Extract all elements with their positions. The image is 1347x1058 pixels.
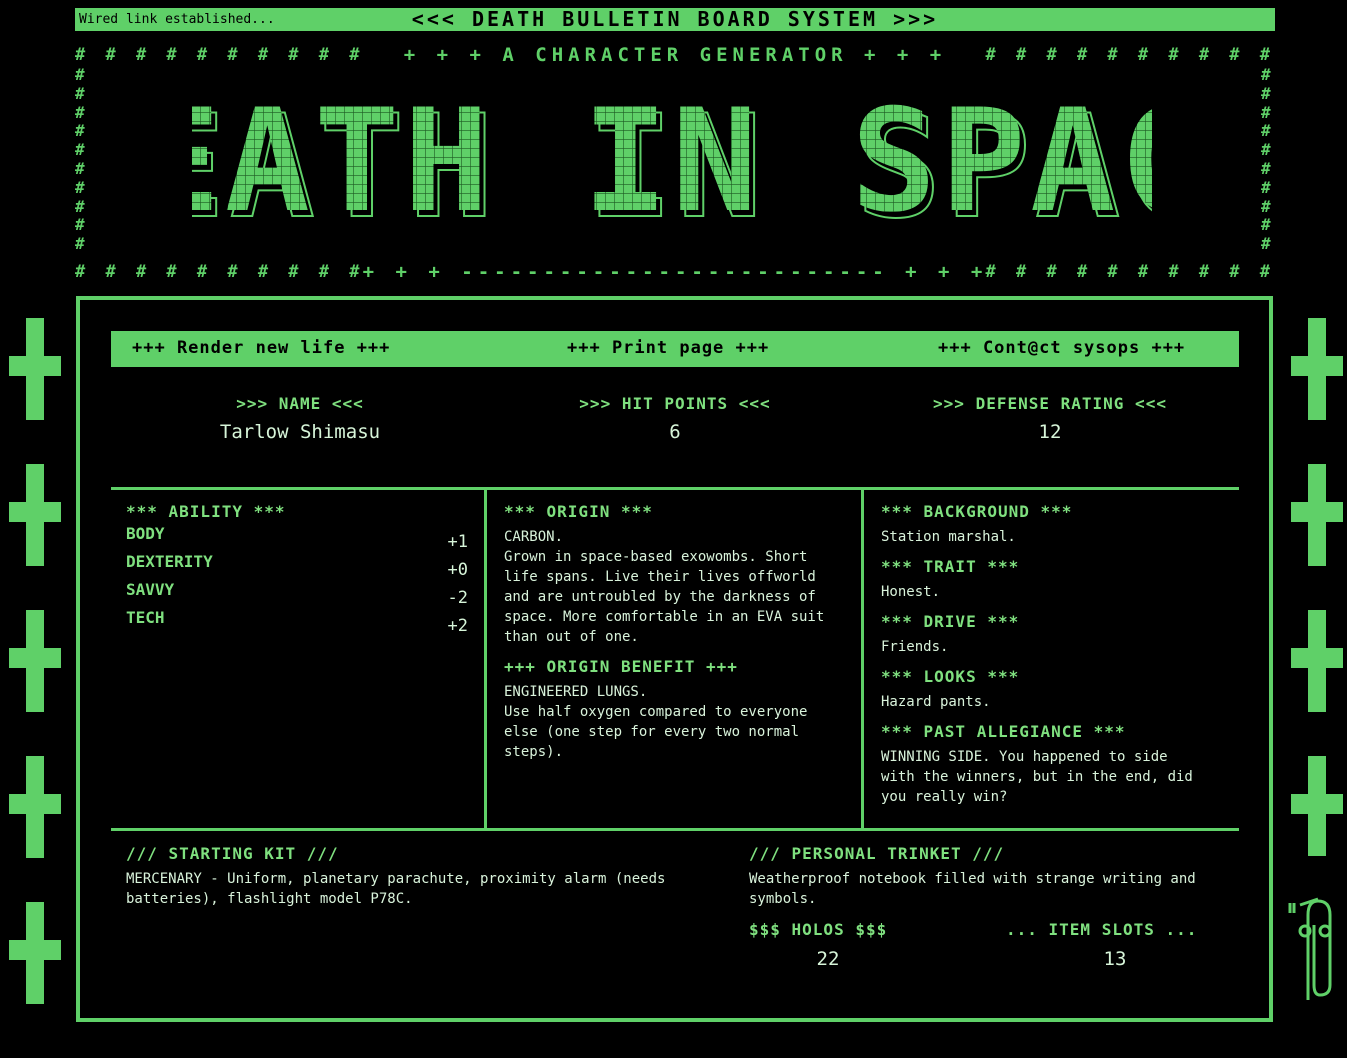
starting-kit-section: /// STARTING KIT /// MERCENARY - Uniform… bbox=[126, 844, 666, 909]
hit-points-stat: >>> HIT POINTS <<< 6 bbox=[525, 394, 825, 443]
bbs-title: <<< DEATH BULLETIN BOARD SYSTEM >>> bbox=[411, 7, 939, 31]
defense-rating-stat: >>> DEFENSE RATING <<< 12 bbox=[880, 394, 1220, 443]
origin-benefit-name: ENGINEERED LUNGS. bbox=[504, 684, 648, 700]
hit-points-label: >>> HIT POINTS <<< bbox=[579, 394, 771, 413]
hash-right: # # # # # # # # # # bbox=[985, 45, 1275, 65]
ability-value: -2 bbox=[447, 588, 468, 608]
personal-trinket-text: Weatherproof notebook filled with strang… bbox=[749, 871, 1196, 907]
contact-sysops-button[interactable]: +++ Cont@ct sysops +++ bbox=[938, 331, 1185, 365]
origin-benefit-header: +++ ORIGIN BENEFIT +++ bbox=[504, 657, 738, 676]
divider bbox=[484, 487, 487, 830]
divider bbox=[111, 487, 1239, 490]
origin-description: Grown in space-based exowombs. Short lif… bbox=[504, 549, 825, 645]
ability-name: BODY bbox=[126, 524, 165, 543]
background-value: Station marshal. bbox=[881, 529, 1016, 545]
menu-bar: +++ Render new life +++ +++ Print page +… bbox=[111, 331, 1239, 367]
details-section: *** BACKGROUND *** Station marshal. *** … bbox=[881, 502, 1211, 807]
holos-header: $$$ HOLOS $$$ bbox=[749, 920, 888, 939]
print-page-button[interactable]: +++ Print page +++ bbox=[567, 331, 769, 365]
looks-header: *** LOOKS *** bbox=[881, 667, 1020, 686]
trait-header: *** TRAIT *** bbox=[881, 557, 1020, 576]
item-slots-header: ... ITEM SLOTS ... bbox=[1006, 920, 1198, 939]
ability-name: SAVVY bbox=[126, 580, 175, 599]
death-in-space-logo: DEATH IN SPACE DEATH IN SPACE bbox=[192, 104, 1152, 220]
hash-column-left: # # # # # # # # # # bbox=[75, 65, 85, 254]
origin-header: *** ORIGIN *** bbox=[504, 502, 653, 521]
hit-points-value: 6 bbox=[669, 421, 681, 443]
logo-text: DEATH IN SPACE bbox=[192, 104, 1152, 220]
left-cross-decoration bbox=[9, 318, 61, 1004]
ability-value: +2 bbox=[447, 616, 468, 636]
ability-header: *** ABILITY *** bbox=[126, 502, 286, 521]
ability-name: TECH bbox=[126, 608, 165, 627]
defense-rating-value: 12 bbox=[1038, 421, 1062, 443]
ability-value: +1 bbox=[447, 532, 468, 552]
trait-value: Honest. bbox=[881, 584, 941, 600]
top-status-bar: Wired link established... <<< DEATH BULL… bbox=[75, 8, 1275, 31]
past-allegiance-header: *** PAST ALLEGIANCE *** bbox=[881, 722, 1126, 741]
paperclip-assistant-icon[interactable] bbox=[1288, 895, 1346, 1005]
banner-top-row: # # # # # # # # # # + + + A CHARACTER GE… bbox=[75, 43, 1275, 67]
origin-benefit-description: Use half oxygen compared to everyone els… bbox=[504, 704, 808, 760]
starting-kit-text: MERCENARY - Uniform, planetary parachute… bbox=[126, 871, 666, 907]
character-name: Tarlow Shimasu bbox=[219, 421, 381, 443]
divider bbox=[861, 487, 864, 830]
hash-right: # # # # # # # # # # bbox=[985, 262, 1275, 282]
holos-value: 22 bbox=[816, 948, 840, 970]
defense-rating-label: >>> DEFENSE RATING <<< bbox=[933, 394, 1167, 413]
origin-section: *** ORIGIN *** CARBON. Grown in space-ba… bbox=[504, 502, 844, 762]
past-allegiance-value: WINNING SIDE. You happened to side with … bbox=[881, 749, 1193, 805]
ability-name: DEXTERITY bbox=[126, 552, 213, 571]
hash-column-right: # # # # # # # # # # bbox=[1261, 65, 1271, 254]
banner-bottom-row: # # # # # # # # # # + + + --------------… bbox=[75, 260, 1275, 284]
background-header: *** BACKGROUND *** bbox=[881, 502, 1073, 521]
starting-kit-header: /// STARTING KIT /// bbox=[126, 844, 339, 863]
name-label: >>> NAME <<< bbox=[236, 394, 364, 413]
personal-trinket-section: /// PERSONAL TRINKET /// Weatherproof no… bbox=[749, 844, 1219, 909]
looks-value: Hazard pants. bbox=[881, 694, 991, 710]
item-slots-value: 13 bbox=[1103, 948, 1127, 970]
render-new-life-button[interactable]: +++ Render new life +++ bbox=[132, 331, 390, 365]
divider bbox=[111, 828, 1239, 831]
name-stat: >>> NAME <<< Tarlow Shimasu bbox=[150, 394, 450, 443]
personal-trinket-header: /// PERSONAL TRINKET /// bbox=[749, 844, 1005, 863]
right-cross-decoration bbox=[1291, 318, 1343, 856]
origin-name: CARBON. bbox=[504, 529, 564, 545]
ability-value: +0 bbox=[447, 560, 468, 580]
drive-header: *** DRIVE *** bbox=[881, 612, 1020, 631]
drive-value: Friends. bbox=[881, 639, 949, 655]
